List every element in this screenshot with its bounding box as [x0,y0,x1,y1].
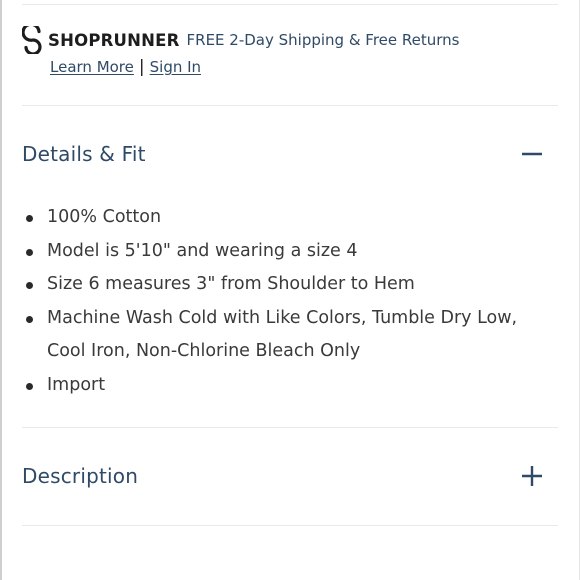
description-accordion-header[interactable]: Description [22,456,558,496]
list-item: 100% Cotton [22,201,558,235]
detail-text: Import [47,374,106,395]
shoprunner-brand: SHOPRUNNER [48,30,180,50]
top-divider [22,4,558,5]
list-item: Model is 5'10" and wearing a size 4 [22,235,558,269]
shoprunner-s-icon [22,26,42,54]
bullet-icon [26,382,33,390]
details-fit-accordion-header[interactable]: Details & Fit [22,134,558,174]
list-item: Machine Wash Cold with Like Colors, Tumb… [22,302,558,369]
bullet-icon [26,215,33,222]
section-divider [22,427,558,428]
detail-text: Model is 5'10" and wearing a size 4 [47,240,358,261]
detail-text: Size 6 measures 3" from Shoulder to Hem [47,274,415,295]
shoprunner-promo-text: FREE 2-Day Shipping & Free Returns [186,31,460,49]
link-separator: | [138,57,145,77]
detail-text: 100% Cotton [47,207,162,227]
plus-icon[interactable] [520,464,544,488]
sign-in-link[interactable]: Sign In [150,58,201,76]
bullet-icon [26,248,33,256]
learn-more-link[interactable]: Learn More [50,58,134,76]
shoprunner-links: Learn More | Sign In [50,57,201,77]
details-fit-title: Details & Fit [22,142,146,166]
details-list: 100% Cotton Model is 5'10" and wearing a… [22,201,558,403]
minus-icon[interactable] [520,142,544,166]
detail-text: Machine Wash Cold with Like Colors, Tumb… [47,307,518,362]
section-divider [22,525,558,526]
left-border [0,0,2,580]
shoprunner-banner: SHOPRUNNER FREE 2-Day Shipping & Free Re… [22,26,460,54]
description-title: Description [22,464,139,488]
list-item: Import [22,369,558,403]
bullet-icon [26,315,33,323]
list-item: Size 6 measures 3" from Shoulder to Hem [22,268,558,302]
bullet-icon [26,282,33,290]
section-divider [22,105,558,106]
